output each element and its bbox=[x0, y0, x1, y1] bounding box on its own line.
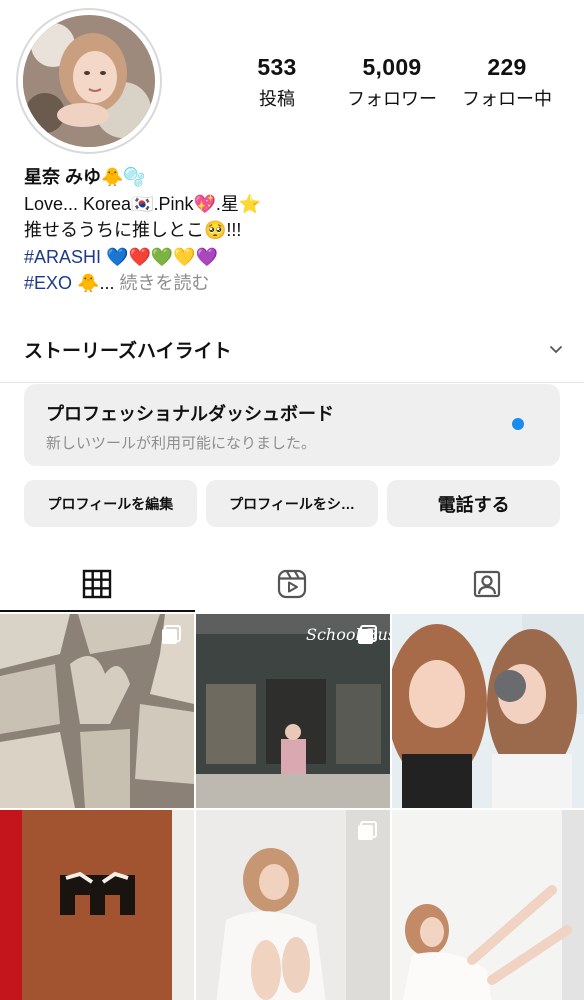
hashtag-exo[interactable]: #EXO bbox=[24, 273, 72, 293]
bio-hearts: 💙❤️💚💛💜 bbox=[101, 246, 219, 267]
post-image-rusted-sign bbox=[0, 810, 194, 1000]
bio-line-4: #EXO 🐥... 続きを読む bbox=[24, 270, 564, 297]
stat-followers-count: 5,009 bbox=[362, 54, 422, 80]
profile-bio: 星奈 みゆ🐥🫧 Love... Korea🇰🇷.Pink💖.星⭐ 推せるうちに推… bbox=[24, 164, 564, 297]
stat-followers[interactable]: 5,009 フォロワー bbox=[337, 54, 447, 111]
post-thumbnail[interactable] bbox=[0, 614, 194, 808]
story-highlights-toggle[interactable]: ストーリーズハイライト bbox=[24, 334, 564, 364]
tab-posts-grid[interactable] bbox=[0, 556, 195, 612]
tab-reels[interactable] bbox=[195, 556, 390, 612]
reels-icon bbox=[277, 569, 307, 599]
bio-line-3: #ARASHI 💙❤️💚💛💜 bbox=[24, 244, 564, 271]
dashboard-subtitle: 新しいツールが利用可能になりました。 bbox=[46, 435, 317, 452]
post-thumbnail[interactable] bbox=[392, 810, 584, 1000]
tagged-icon bbox=[473, 570, 500, 598]
post-thumbnail[interactable] bbox=[392, 614, 584, 808]
grid-icon bbox=[83, 569, 112, 599]
stat-followers-label: フォロワー bbox=[347, 89, 437, 109]
section-divider bbox=[0, 382, 584, 383]
multi-post-icon bbox=[358, 821, 377, 840]
profile-stats: 533 投稿 5,009 フォロワー 229 フォロー中 bbox=[222, 54, 562, 111]
stat-following-count: 229 bbox=[487, 54, 527, 80]
call-button[interactable]: 電話する bbox=[387, 480, 561, 527]
profile-avatar[interactable] bbox=[23, 15, 155, 147]
chevron-down-icon[interactable] bbox=[548, 341, 564, 357]
share-profile-button[interactable]: プロフィールをシ… bbox=[205, 480, 379, 527]
tab-tagged[interactable] bbox=[389, 556, 584, 612]
post-image-selfie bbox=[392, 614, 584, 808]
profile-name: 星奈 みゆ🐥🫧 bbox=[24, 167, 146, 187]
professional-dashboard-card[interactable]: プロフェッショナルダッシュボード 新しいツールが利用可能になりました。 bbox=[24, 384, 560, 466]
hashtag-arashi[interactable]: #ARASHI bbox=[24, 247, 101, 267]
multi-post-icon bbox=[358, 625, 377, 644]
profile-tabs bbox=[0, 556, 584, 612]
stat-posts-count: 533 bbox=[257, 54, 297, 80]
bio-chick: 🐥... bbox=[72, 273, 115, 293]
stat-posts-label: 投稿 bbox=[259, 89, 295, 109]
dashboard-title: プロフェッショナルダッシュボード bbox=[46, 404, 334, 424]
stat-following-label: フォロー中 bbox=[462, 89, 552, 109]
post-thumbnail[interactable]: School Bus bbox=[196, 614, 390, 808]
bio-line-1: Love... Korea🇰🇷.Pink💖.星⭐ bbox=[24, 193, 262, 214]
stat-following[interactable]: 229 フォロー中 bbox=[452, 54, 562, 111]
profile-avatar-ring[interactable] bbox=[16, 8, 162, 154]
edit-profile-button[interactable]: プロフィールを編集 bbox=[24, 480, 197, 527]
profile-actions: プロフィールを編集 プロフィールをシ… 電話する bbox=[24, 480, 561, 527]
posts-grid: School Bus bbox=[0, 614, 584, 1000]
post-thumbnail[interactable] bbox=[196, 810, 390, 1000]
read-more-link[interactable]: 続きを読む bbox=[119, 273, 209, 293]
stat-posts[interactable]: 533 投稿 bbox=[222, 54, 332, 111]
avatar-photo bbox=[23, 15, 155, 147]
story-highlights-title: ストーリーズハイライト bbox=[24, 340, 232, 362]
multi-post-icon bbox=[162, 625, 181, 644]
notification-dot bbox=[512, 418, 524, 430]
post-image-portrait-studio bbox=[392, 810, 584, 1000]
post-thumbnail[interactable] bbox=[0, 810, 194, 1000]
bio-line-2: 推せるうちに推しとこ🥺!!! bbox=[24, 220, 242, 240]
